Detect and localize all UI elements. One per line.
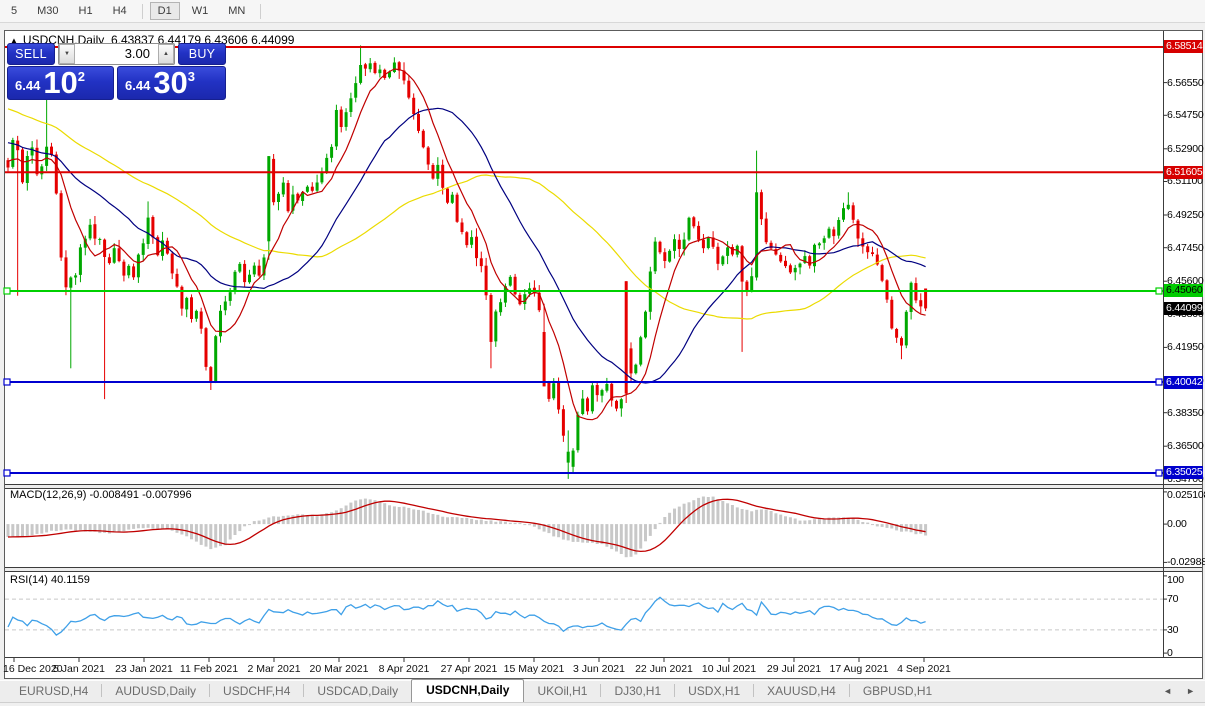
trading-platform-window: 5 M30 H1 H4 D1 W1 MN ▲ USDCNH,Daily 6.43837 6.4… bbox=[0, 0, 1205, 706]
date-tick-label: 23 Jan 2021 bbox=[115, 663, 173, 675]
tab-scroll-right-icon[interactable]: ► bbox=[1186, 687, 1195, 696]
date-tick-label: 2 Mar 2021 bbox=[247, 663, 301, 675]
pane-splitter-rsi[interactable] bbox=[4, 566, 1203, 571]
price-badge: 6.40042 bbox=[1164, 376, 1203, 389]
price-tick-label: 6.52900 bbox=[1167, 143, 1204, 155]
sell-price-button[interactable]: 6.44 10 2 bbox=[7, 66, 114, 100]
date-tick-label: 3 Jun 2021 bbox=[573, 663, 625, 675]
rsi-tick-label: 30 bbox=[1167, 624, 1179, 636]
date-tick-label: 4 Sep 2021 bbox=[897, 663, 951, 675]
macd-tick-label: 0.025108 bbox=[1167, 489, 1205, 501]
price-tick-label: 6.41950 bbox=[1167, 341, 1204, 353]
pane-splitter-macd[interactable] bbox=[4, 483, 1203, 488]
macd-tick-label: 0.00 bbox=[1167, 518, 1187, 530]
volume-decrease-button[interactable]: ▼ bbox=[59, 44, 75, 64]
buy-button[interactable]: BUY bbox=[178, 43, 226, 65]
sell-button[interactable]: SELL bbox=[7, 43, 55, 65]
sell-button-label: SELL bbox=[15, 47, 47, 61]
date-tick-label: 5 Jan 2021 bbox=[53, 663, 105, 675]
tab-scroll-left-icon[interactable]: ◄ bbox=[1163, 687, 1172, 696]
price-tick-label: 6.54750 bbox=[1167, 109, 1204, 121]
sell-price-point: 2 bbox=[77, 69, 86, 84]
chart-plot-area[interactable] bbox=[0, 0, 1205, 706]
price-tick-label: 6.56550 bbox=[1167, 77, 1204, 89]
volume-spinner: ▼ 3.00 ▲ bbox=[58, 43, 175, 65]
price-badge: 6.58514 bbox=[1164, 40, 1203, 53]
price-badge: 6.44099 bbox=[1164, 302, 1203, 315]
date-tick-label: 11 Feb 2021 bbox=[179, 663, 239, 675]
one-click-trading-panel: SELL ▼ 3.00 ▲ BUY 6.44 10 2 6.44 30 3 bbox=[7, 43, 226, 100]
macd-tick-label: -0.02988 bbox=[1167, 556, 1205, 568]
sell-price-main: 6.44 bbox=[15, 78, 41, 93]
buy-price-point: 3 bbox=[187, 69, 196, 84]
buy-price-pips: 30 bbox=[153, 64, 188, 100]
date-tick-label: 27 Apr 2021 bbox=[440, 663, 498, 675]
sell-price-pips: 10 bbox=[43, 64, 78, 100]
buy-price-button[interactable]: 6.44 30 3 bbox=[117, 66, 226, 100]
date-tick-label: 8 Apr 2021 bbox=[378, 663, 430, 675]
volume-field[interactable]: 3.00 bbox=[75, 44, 158, 64]
price-tick-label: 6.47450 bbox=[1167, 242, 1204, 254]
price-badge: 6.45060 bbox=[1164, 284, 1203, 297]
date-tick-label: 15 May 2021 bbox=[503, 663, 565, 675]
macd-indicator-label: MACD(12,26,9) -0.008491 -0.007996 bbox=[10, 489, 192, 501]
volume-increase-button[interactable]: ▲ bbox=[158, 44, 174, 64]
date-tick-label: 20 Mar 2021 bbox=[309, 663, 369, 675]
price-badge: 6.35025 bbox=[1164, 466, 1203, 479]
tab-scroll-arrows: ◄ ► bbox=[1163, 687, 1195, 696]
price-badge: 6.51605 bbox=[1164, 166, 1203, 179]
date-tick-label: 29 Jul 2021 bbox=[766, 663, 822, 675]
date-tick-label: 10 Jul 2021 bbox=[701, 663, 757, 675]
rsi-tick-label: 100 bbox=[1167, 574, 1184, 586]
rsi-tick-label: 0 bbox=[1167, 647, 1173, 659]
buy-price-main: 6.44 bbox=[125, 78, 151, 93]
price-tick-label: 6.49250 bbox=[1167, 209, 1204, 221]
date-tick-label: 22 Jun 2021 bbox=[635, 663, 693, 675]
date-tick-label: 17 Aug 2021 bbox=[829, 663, 889, 675]
spin-down-icon: ▼ bbox=[64, 51, 70, 57]
price-tick-label: 6.38350 bbox=[1167, 407, 1204, 419]
spin-up-icon: ▲ bbox=[163, 51, 169, 57]
price-tick-label: 6.36500 bbox=[1167, 440, 1204, 452]
rsi-tick-label: 70 bbox=[1167, 593, 1179, 605]
buy-button-label: BUY bbox=[188, 47, 216, 61]
rsi-indicator-label: RSI(14) 40.1159 bbox=[10, 574, 90, 586]
